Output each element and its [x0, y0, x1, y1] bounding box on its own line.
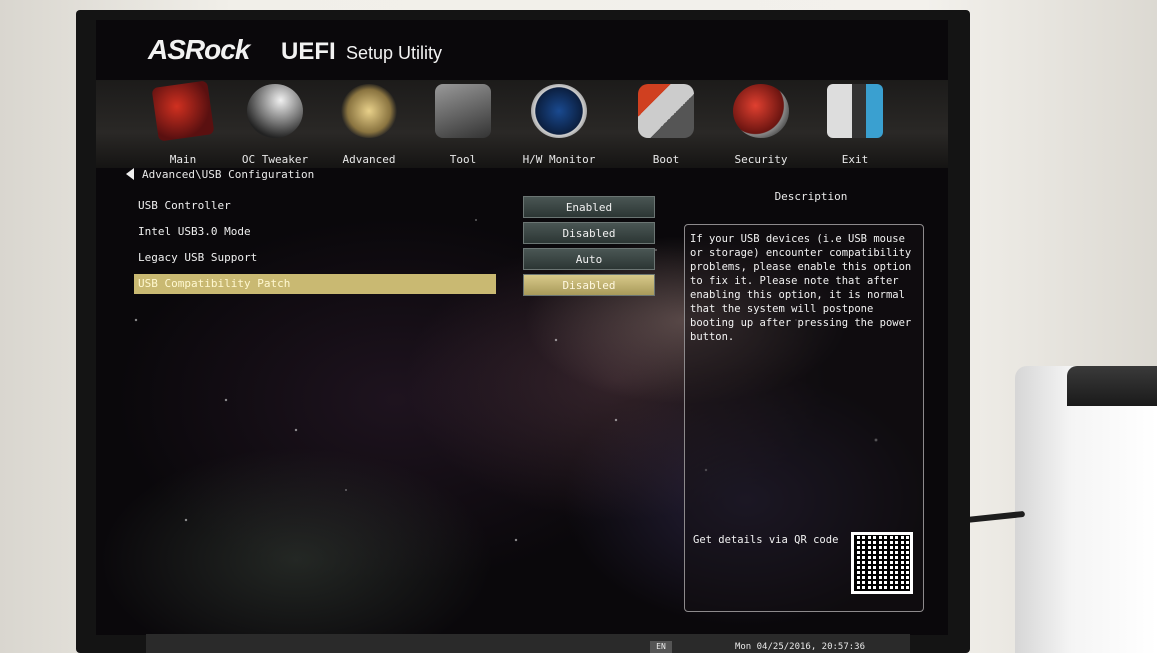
nav-item-advanced[interactable]: Advanced	[324, 82, 414, 168]
value-usb-controller[interactable]: Enabled	[523, 196, 655, 218]
uefi-title: UEFI	[281, 38, 336, 65]
advanced-star-icon	[341, 84, 397, 138]
qr-code-icon	[851, 532, 913, 594]
setting-usb-compatibility-patch[interactable]: USB Compatibility Patch	[134, 274, 496, 294]
breadcrumb[interactable]: Advanced\USB Configuration	[126, 166, 314, 182]
description-text: If your USB devices (i.e USB mouse or st…	[690, 233, 912, 343]
shield-icon	[733, 84, 789, 138]
nav-label-hw-monitor: H/W Monitor	[522, 153, 596, 166]
nav-item-hw-monitor[interactable]: H/W Monitor	[514, 82, 604, 168]
nav-item-exit[interactable]: Exit	[810, 82, 900, 168]
nav-item-main[interactable]: Main	[138, 80, 228, 168]
nav-label-exit: Exit	[841, 153, 869, 166]
tool-icon	[435, 84, 491, 138]
exit-icon	[827, 84, 883, 138]
nav-item-oc-tweaker[interactable]: OC Tweaker	[230, 82, 320, 168]
pc-case-top	[1067, 366, 1157, 406]
nav-label-main: Main	[169, 153, 197, 166]
nav-label-security: Security	[734, 153, 788, 166]
back-arrow-icon[interactable]	[126, 168, 134, 180]
setup-utility-title: Setup Utility	[346, 43, 443, 63]
language-button[interactable]: EN	[650, 641, 672, 653]
setting-legacy-usb-support[interactable]: Legacy USB Support	[134, 248, 496, 268]
uefi-screen: ASRock UEFI Setup Utility Main OC Tweake…	[96, 20, 948, 635]
main-icon	[151, 80, 215, 142]
boot-icon	[638, 84, 694, 138]
value-legacy-usb-support[interactable]: Auto	[523, 248, 655, 270]
breadcrumb-path: Advanced\USB Configuration	[142, 167, 315, 181]
description-title: Description	[774, 190, 848, 203]
desktop-pc-case	[1015, 366, 1157, 653]
nav-label-boot: Boot	[652, 153, 680, 166]
nav-label-oc-tweaker: OC Tweaker	[241, 153, 309, 166]
nav-label-advanced: Advanced	[342, 153, 396, 166]
oc-tweaker-icon	[247, 84, 303, 138]
nav-item-security[interactable]: Security	[716, 82, 806, 168]
value-intel-usb30-mode[interactable]: Disabled	[523, 222, 655, 244]
nav-item-tool[interactable]: Tool	[418, 82, 508, 168]
datetime-display: Mon 04/25/2016, 20:57:36	[734, 642, 866, 652]
setting-intel-usb30-mode[interactable]: Intel USB3.0 Mode	[134, 222, 496, 242]
header: ASRock UEFI Setup Utility	[96, 20, 948, 80]
qr-label: Get details via QR code	[693, 534, 839, 546]
value-usb-compatibility-patch[interactable]: Disabled	[523, 274, 655, 296]
radar-icon	[531, 84, 587, 138]
brand-logo: ASRock	[148, 34, 250, 65]
nav-item-boot[interactable]: Boot	[621, 82, 711, 168]
nav-label-tool: Tool	[449, 153, 477, 166]
qr-code-pattern	[854, 535, 910, 591]
setting-usb-controller[interactable]: USB Controller	[134, 196, 496, 216]
